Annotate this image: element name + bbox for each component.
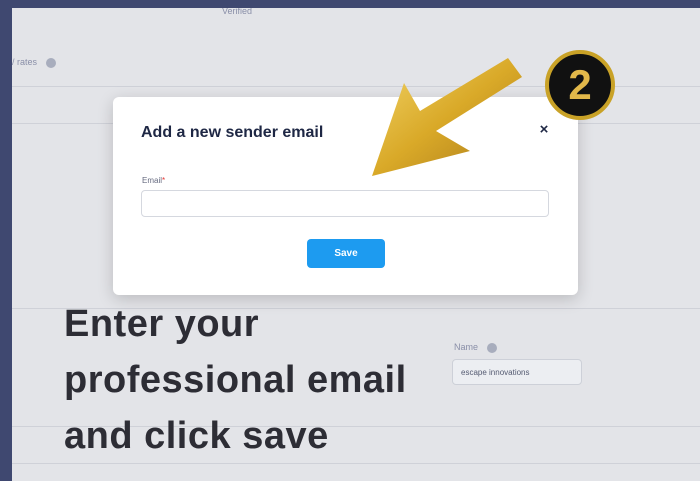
email-label: Email [142,176,163,185]
close-icon[interactable]: × [540,121,549,138]
info-icon[interactable] [486,342,497,353]
name-field[interactable]: escape innovations [452,359,582,385]
info-icon[interactable] [45,57,56,68]
modal-title: Add a new sender email [141,124,324,141]
email-input[interactable] [141,190,549,217]
instruction-text: Enter your professional email and click … [64,296,464,464]
instruction-line: professional email [64,359,407,401]
rates-label-row: / rates [12,57,56,68]
save-button[interactable]: Save [307,239,385,268]
pointer-arrow-icon [372,58,522,176]
instruction-line: and click save [64,415,329,457]
instruction-line: Enter your [64,303,260,345]
verified-label: Verified [222,8,253,16]
email-label-row: Email* [142,176,165,185]
required-marker: * [162,176,166,185]
step-number-badge: 2 [545,50,615,120]
rates-label: / rates [12,57,38,67]
